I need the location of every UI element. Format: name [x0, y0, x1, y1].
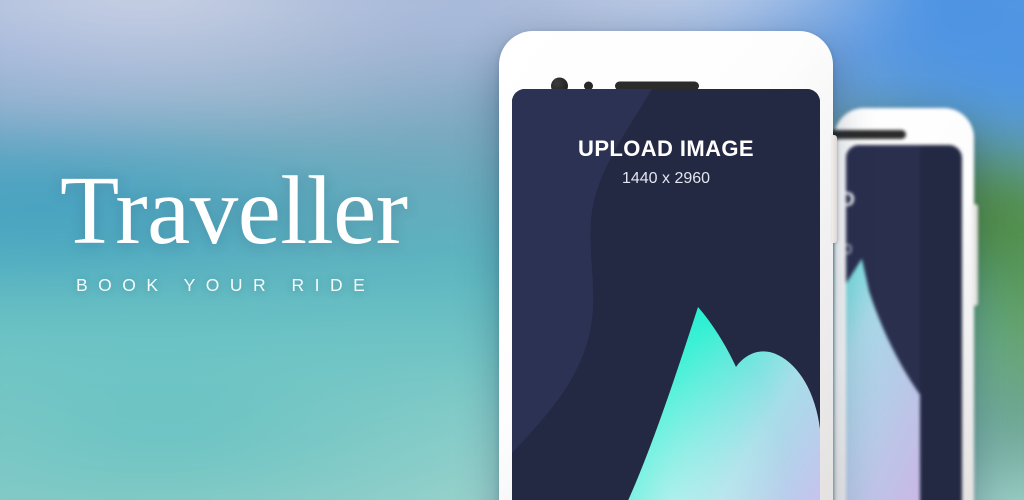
back-upload-image-label: UPLOAD IMAGE [846, 189, 856, 211]
front-phone-power-button[interactable] [832, 135, 837, 243]
earpiece-speaker-icon [828, 130, 906, 139]
front-phone-screen-copy: UPLOAD IMAGE 1440 x 2960 [512, 89, 820, 188]
back-phone-mockup: UPLOAD IMAGE 1440 x 2960 [828, 108, 978, 500]
back-phone-top-bezel [828, 130, 906, 139]
back-phone-power-button[interactable] [973, 204, 978, 306]
image-dimensions-label: 1440 x 2960 [621, 170, 711, 187]
back-phone-screen-copy: UPLOAD IMAGE 1440 x 2960 [846, 145, 870, 258]
back-phone-screen: UPLOAD IMAGE 1440 x 2960 [846, 145, 962, 500]
front-phone-mockup: UPLOAD IMAGE 1440 x 2960 [499, 31, 837, 500]
front-phone-screen: UPLOAD IMAGE 1440 x 2960 [512, 89, 820, 500]
upload-image-label: UPLOAD IMAGE [578, 136, 754, 161]
hero-text-block: Traveller BOOK YOUR RIDE [60, 162, 480, 296]
back-image-dimensions-label: 1440 x 2960 [846, 242, 852, 258]
feature-graphic-canvas: Traveller BOOK YOUR RIDE D 0 UPLOAD IMAG… [0, 0, 1024, 500]
app-title: Traveller [60, 157, 408, 264]
app-tagline: BOOK YOUR RIDE [76, 275, 376, 295]
